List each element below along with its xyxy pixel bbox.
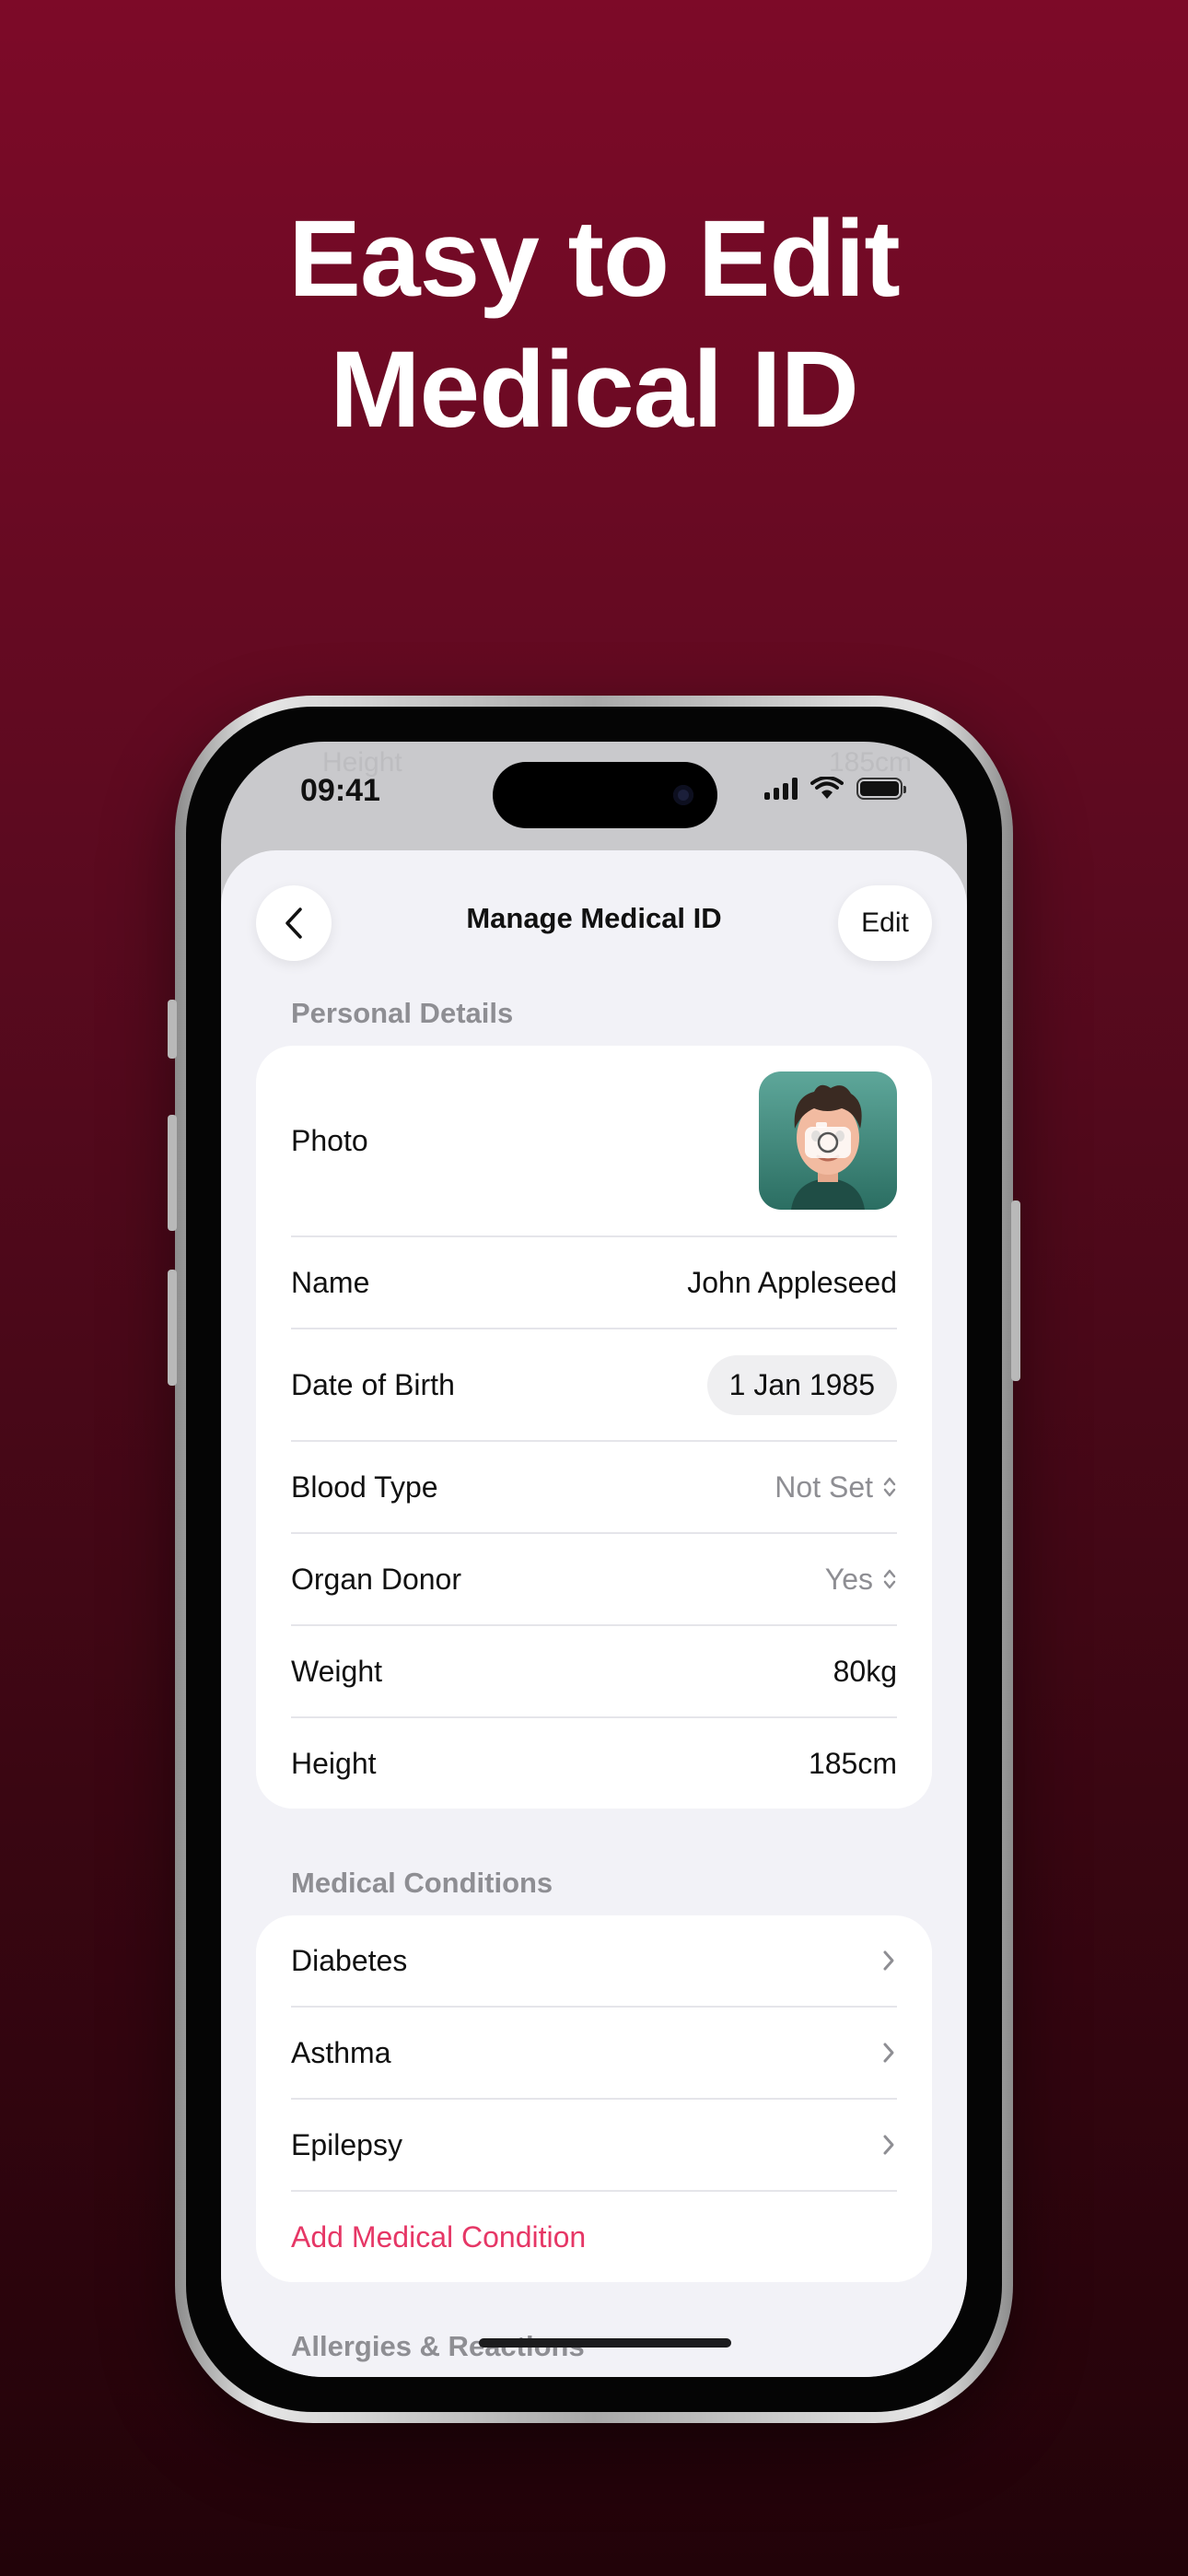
condition-row-diabetes[interactable]: Diabetes xyxy=(291,1915,897,2006)
volume-down-button xyxy=(168,1270,177,1386)
height-value: 185cm xyxy=(808,1746,897,1780)
status-time: 09:41 xyxy=(300,773,380,808)
date-of-birth-row: Date of Birth 1 Jan 1985 xyxy=(291,1328,897,1440)
chevron-right-icon xyxy=(883,1950,894,1971)
medical-id-sheet: Manage Medical ID Edit Personal Details … xyxy=(221,850,967,2377)
battery-icon xyxy=(856,778,906,800)
blood-type-label: Blood Type xyxy=(291,1469,438,1504)
section-header-conditions: Medical Conditions xyxy=(291,1867,553,1899)
height-row[interactable]: Height 185cm xyxy=(291,1716,897,1809)
chevron-right-icon xyxy=(883,2135,894,2155)
add-medical-condition-row[interactable]: Add Medical Condition xyxy=(291,2190,897,2282)
avatar[interactable] xyxy=(759,1071,897,1210)
camera-icon xyxy=(673,785,693,805)
name-value: John Appleseed xyxy=(687,1265,897,1299)
weight-row[interactable]: Weight 80kg xyxy=(291,1624,897,1716)
personal-details-card: Photo Name John Appleseed Date of Birth … xyxy=(256,1046,932,1809)
chevron-right-icon xyxy=(883,2043,894,2063)
organ-donor-select[interactable]: Yes xyxy=(825,1563,897,1597)
condition-label: Epilepsy xyxy=(291,2127,402,2161)
home-indicator[interactable] xyxy=(479,2338,731,2348)
phone-screen: Height 185cm 09:41 Manage Medical ID Edi… xyxy=(221,742,967,2377)
date-of-birth-label: Date of Birth xyxy=(291,1367,455,1401)
photo-row[interactable]: Photo xyxy=(291,1046,897,1235)
add-medical-condition-button[interactable]: Add Medical Condition xyxy=(291,2220,586,2254)
condition-row-asthma[interactable]: Asthma xyxy=(291,2006,897,2098)
chevron-up-down-icon xyxy=(883,1477,896,1497)
name-row[interactable]: Name John Appleseed xyxy=(291,1235,897,1328)
wifi-icon xyxy=(810,777,844,799)
blood-type-select[interactable]: Not Set xyxy=(775,1470,897,1505)
phone-bezel: Height 185cm 09:41 Manage Medical ID Edi… xyxy=(186,707,1002,2412)
phone-frame: Height 185cm 09:41 Manage Medical ID Edi… xyxy=(168,696,1020,2423)
volume-up-button xyxy=(168,1115,177,1231)
height-label: Height xyxy=(291,1746,377,1780)
condition-row-epilepsy[interactable]: Epilepsy xyxy=(291,2098,897,2190)
dynamic-island xyxy=(493,762,717,828)
weight-value: 80kg xyxy=(833,1654,897,1688)
side-button xyxy=(1011,1200,1020,1381)
edit-button[interactable]: Edit xyxy=(838,885,932,961)
headline-line-2: Medical ID xyxy=(330,329,859,451)
photo-label: Photo xyxy=(291,1123,368,1157)
medical-conditions-card: Diabetes Asthma Epilepsy Add Medical Con… xyxy=(256,1915,932,2282)
condition-label: Diabetes xyxy=(291,1943,408,1977)
date-of-birth-picker[interactable]: 1 Jan 1985 xyxy=(706,1354,897,1415)
section-header-personal: Personal Details xyxy=(291,997,514,1029)
cellular-signal-icon xyxy=(764,778,798,800)
ghost-label-right: 185cm xyxy=(829,747,913,778)
organ-donor-label: Organ Donor xyxy=(291,1562,461,1596)
action-button xyxy=(168,1000,177,1059)
weight-label: Weight xyxy=(291,1654,383,1688)
organ-donor-value: Yes xyxy=(824,1562,873,1596)
blood-type-value: Not Set xyxy=(775,1469,873,1504)
memoji-avatar-image xyxy=(791,1084,865,1210)
headline: Easy to Edit Medical ID xyxy=(0,193,1188,455)
name-label: Name xyxy=(291,1265,370,1299)
condition-label: Asthma xyxy=(291,2035,391,2069)
status-bar: Height 185cm 09:41 xyxy=(221,742,967,852)
headline-line-1: Easy to Edit xyxy=(288,198,900,320)
blood-type-row[interactable]: Blood Type Not Set xyxy=(291,1440,897,1532)
organ-donor-row[interactable]: Organ Donor Yes xyxy=(291,1532,897,1624)
chevron-up-down-icon xyxy=(883,1569,896,1589)
status-icons xyxy=(764,777,906,801)
